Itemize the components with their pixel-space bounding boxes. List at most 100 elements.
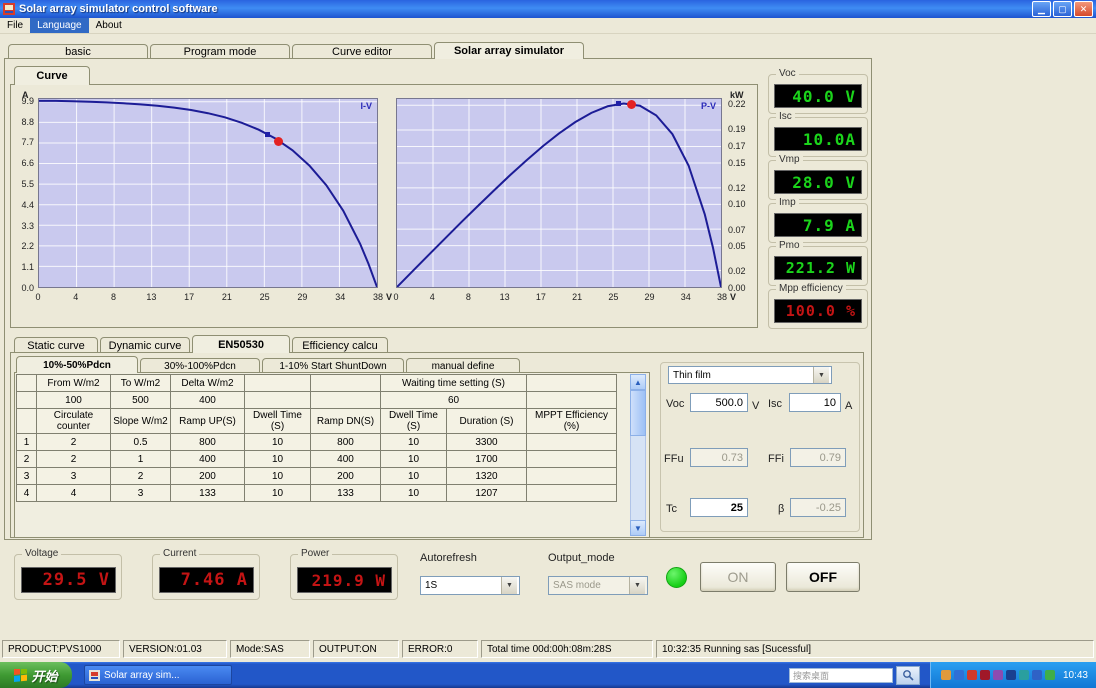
scroll-down-button[interactable]: ▼ [630,520,646,536]
menu-language[interactable]: Language [30,18,89,33]
table-cell[interactable] [526,450,617,468]
table-cell[interactable]: 3300 [446,433,527,451]
tab-dynamic-curve[interactable]: Dynamic curve [100,337,190,353]
tray-icon[interactable] [992,670,1003,680]
tab-program-mode[interactable]: Program mode [150,44,290,59]
table-cell[interactable]: 2 [110,467,171,485]
tab-efficiency-calcu[interactable]: Efficiency calcu [292,337,388,353]
table-cell[interactable] [310,391,381,409]
tray-icon[interactable] [1018,670,1029,680]
param-voc-field[interactable]: 500.0 [690,393,748,412]
table-cell[interactable]: 60 [380,391,527,409]
table-cell[interactable]: 200 [310,467,381,485]
table-cell[interactable]: 10 [380,433,447,451]
tab-solar-array-simulator[interactable]: Solar array simulator [434,42,584,59]
y-tick-label: 8.8 [21,116,34,127]
table-cell[interactable]: 133 [310,484,381,502]
table-cell[interactable] [526,433,617,451]
tray-icon[interactable] [953,670,964,680]
menu-about[interactable]: About [89,18,129,33]
start-button[interactable]: 开始 [0,662,72,688]
table-cell[interactable]: 1 [110,450,171,468]
vmp-display: 28.0 V [774,170,862,194]
tab-10-50-pdcn[interactable]: 10%-50%Pdcn [16,356,138,373]
chevron-down-icon[interactable]: ▼ [813,367,829,383]
vmp-group: Vmp 28.0 V [768,154,868,200]
tray-icon[interactable] [1044,670,1055,680]
table-cell[interactable]: 400 [170,450,245,468]
on-button[interactable]: ON [700,562,776,592]
tray-icon[interactable] [979,670,990,680]
table-cell[interactable]: 400 [310,450,381,468]
menu-file[interactable]: File [0,18,30,33]
tab-curve[interactable]: Curve [14,66,90,85]
table-cell[interactable]: 0.5 [110,433,171,451]
table-cell[interactable]: 200 [170,467,245,485]
table-cell[interactable]: 4 [36,484,111,502]
table-row: 100 500 400 60 [16,391,617,409]
table-cell[interactable]: 10 [244,484,311,502]
tray-icon[interactable] [940,670,951,680]
table-cell[interactable]: 100 [36,391,111,409]
mpp-efficiency-display: 100.0 % [774,299,862,323]
row-index-cell [16,391,37,409]
title-bar[interactable]: Solar array simulator control software ▁… [0,0,1096,18]
table-cell[interactable]: 800 [170,433,245,451]
pv-plot[interactable]: P-V [396,98,722,288]
table-cell[interactable] [526,484,617,502]
table-cell[interactable]: 10 [244,433,311,451]
scroll-up-button[interactable]: ▲ [630,374,646,390]
tray-icon[interactable] [1031,670,1042,680]
param-tc-field[interactable]: 25 [690,498,748,517]
table-cell[interactable]: 10 [244,467,311,485]
tray-icon[interactable] [1005,670,1016,680]
cursor-marker[interactable] [264,132,270,138]
module-type-combobox[interactable]: Thin film ▼ [668,366,832,384]
table-cell[interactable]: 133 [170,484,245,502]
minimize-button[interactable]: ▁ [1032,1,1051,17]
tab-30-100-pdcn[interactable]: 30%-100%Pdcn [140,358,260,373]
scrollbar-thumb[interactable] [630,390,646,436]
pmo-group: Pmo 221.2 W [768,240,868,286]
mpp-point-marker[interactable] [626,99,636,109]
table-cell[interactable]: 3 [36,467,111,485]
table-cell[interactable]: 2 [36,433,111,451]
taskbar-clock[interactable]: 10:43 [1063,670,1088,681]
tab-static-curve[interactable]: Static curve [14,337,98,353]
chevron-down-icon[interactable]: ▼ [501,577,517,594]
taskbar-app-button[interactable]: Solar array sim... [84,665,232,685]
table-row: 2 2 1 400 10 400 10 1700 [16,450,617,468]
windows-logo-icon [14,668,28,682]
maximize-button[interactable]: ▢ [1053,1,1072,17]
table-cell[interactable]: 800 [310,433,381,451]
tab-curve-editor[interactable]: Curve editor [292,44,432,59]
tab-basic[interactable]: basic [8,44,148,59]
table-cell[interactable]: 1207 [446,484,527,502]
tray-icon[interactable] [966,670,977,680]
table-cell[interactable]: 2 [36,450,111,468]
param-isc-field[interactable]: 10 [789,393,841,412]
header-cell [526,374,617,392]
search-icon[interactable] [895,665,920,685]
table-cell[interactable]: 1320 [446,467,527,485]
table-cell[interactable]: 400 [170,391,245,409]
autorefresh-combobox[interactable]: 1S ▼ [420,576,520,595]
table-cell[interactable]: 1700 [446,450,527,468]
table-cell[interactable]: 3 [110,484,171,502]
table-cell[interactable]: 10 [244,450,311,468]
search-input[interactable]: 搜索桌面 [788,667,893,683]
tab-1-10-start-shuntdown[interactable]: 1-10% Start ShuntDown [262,358,404,373]
off-button[interactable]: OFF [786,562,860,592]
table-cell[interactable]: 10 [380,484,447,502]
cursor-marker[interactable] [616,100,622,106]
table-cell[interactable] [526,467,617,485]
tab-manual-define[interactable]: manual define [406,358,520,373]
table-cell[interactable]: 10 [380,450,447,468]
iv-plot[interactable]: I-V [38,98,378,288]
table-cell[interactable]: 500 [110,391,171,409]
table-cell[interactable] [526,391,617,409]
table-cell[interactable] [244,391,311,409]
table-cell[interactable]: 10 [380,467,447,485]
tab-en50530[interactable]: EN50530 [192,335,290,353]
close-button[interactable]: ✕ [1074,1,1093,17]
